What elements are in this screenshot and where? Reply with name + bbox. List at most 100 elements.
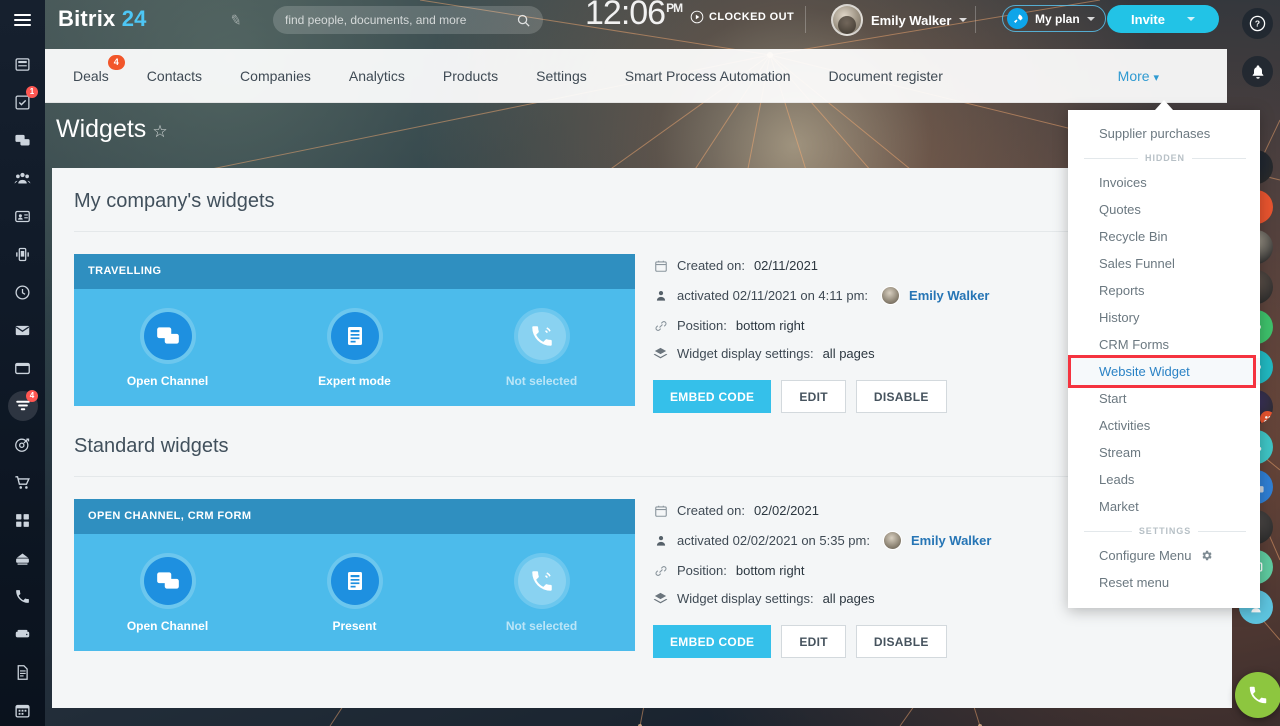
user-menu[interactable]: Emily Walker bbox=[831, 4, 968, 36]
menu-item-supplier-purchases[interactable]: Supplier purchases bbox=[1068, 120, 1260, 147]
cashbox-icon bbox=[14, 550, 31, 567]
my-plan-label: My plan bbox=[1035, 11, 1080, 26]
sidebar-item-calendar[interactable] bbox=[0, 691, 45, 726]
widgets-section: My company's widgets TRAVELLING Open Chann… bbox=[52, 168, 1232, 413]
menu-item-label: Configure Menu bbox=[1099, 548, 1192, 563]
call-button[interactable] bbox=[1235, 672, 1280, 718]
nav-item-contacts[interactable]: Contacts bbox=[147, 68, 202, 84]
nav-item-products[interactable]: Products bbox=[443, 68, 498, 84]
sidebar-item-mail[interactable] bbox=[0, 311, 45, 349]
chevron-down-icon: ▾ bbox=[1153, 71, 1159, 84]
nav-item-more[interactable]: More ▾ bbox=[1118, 68, 1159, 84]
edit-button[interactable]: EDIT bbox=[781, 380, 846, 413]
clock-time: 12:06 bbox=[585, 0, 666, 32]
search-box[interactable] bbox=[273, 6, 543, 34]
nav-item-settings[interactable]: Settings bbox=[536, 68, 587, 84]
menu-item-sales-funnel[interactable]: Sales Funnel bbox=[1068, 250, 1260, 277]
menu-item-invoices[interactable]: Invoices bbox=[1068, 169, 1260, 196]
sidebar-item-funnel-crm[interactable]: 4 bbox=[0, 387, 45, 425]
user-icon bbox=[653, 534, 668, 548]
menu-item-reset-menu[interactable]: Reset menu bbox=[1068, 569, 1260, 596]
widget-meta-user-link[interactable]: Emily Walker bbox=[909, 288, 989, 303]
sidebar-item-target[interactable] bbox=[0, 425, 45, 463]
widget-card[interactable]: OPEN CHANNEL, CRM FORM Open Channel Presen… bbox=[74, 499, 635, 658]
nav-item-label: Companies bbox=[240, 67, 311, 84]
rocket-icon bbox=[1007, 8, 1028, 29]
disable-button[interactable]: DISABLE bbox=[855, 380, 947, 413]
sidebar-item-drive[interactable] bbox=[0, 615, 45, 653]
logo[interactable]: Bitrix 24 bbox=[58, 6, 147, 32]
apps-grid-icon bbox=[14, 512, 31, 529]
edit-button[interactable]: EDIT bbox=[781, 625, 846, 658]
sidebar-item-mobile[interactable] bbox=[0, 235, 45, 273]
nav-item-analytics[interactable]: Analytics bbox=[349, 68, 405, 84]
menu-item-market[interactable]: Market bbox=[1068, 493, 1260, 520]
menu-item-stream[interactable]: Stream bbox=[1068, 439, 1260, 466]
gear-icon bbox=[1200, 549, 1213, 562]
nav-item-deals[interactable]: Deals 4 bbox=[73, 54, 125, 84]
cart-icon bbox=[14, 474, 31, 491]
sidebar-item-chat[interactable] bbox=[0, 121, 45, 159]
widget-card[interactable]: TRAVELLING Open Channel Expert mode Not sel… bbox=[74, 254, 635, 413]
notifications-button[interactable] bbox=[1242, 56, 1273, 87]
hamburger-icon[interactable] bbox=[0, 0, 45, 40]
nav-item-document-register[interactable]: Document register bbox=[829, 68, 943, 84]
sidebar-item-document[interactable] bbox=[0, 653, 45, 691]
menu-item-activities[interactable]: Activities bbox=[1068, 412, 1260, 439]
widget-slot-expert-mode[interactable]: Expert mode bbox=[261, 307, 448, 388]
sidebar-item-cart[interactable] bbox=[0, 463, 45, 501]
menu-item-recycle-bin[interactable]: Recycle Bin bbox=[1068, 223, 1260, 250]
help-button[interactable]: ? bbox=[1242, 8, 1273, 39]
sidebar-item-cashbox[interactable] bbox=[0, 539, 45, 577]
invite-button[interactable]: Invite bbox=[1107, 5, 1219, 33]
divider-line bbox=[1198, 530, 1246, 532]
menu-item-leads[interactable]: Leads bbox=[1068, 466, 1260, 493]
nav-item-label: Deals bbox=[73, 67, 109, 84]
chevron-down-icon bbox=[1186, 17, 1195, 21]
star-icon[interactable]: ☆ bbox=[152, 122, 167, 142]
menu-item-start[interactable]: Start bbox=[1068, 385, 1260, 412]
menu-item-quotes[interactable]: Quotes bbox=[1068, 196, 1260, 223]
widget-meta-value: 02/02/2021 bbox=[753, 503, 820, 518]
link-icon bbox=[653, 319, 668, 333]
nav-more-label: More bbox=[1117, 67, 1150, 84]
sidebar-item-phone[interactable] bbox=[0, 577, 45, 615]
widget-slot-open-channel[interactable]: Open Channel bbox=[74, 552, 261, 633]
menu-item-website-widget[interactable]: Website Widget bbox=[1068, 358, 1260, 385]
calendar-icon bbox=[14, 702, 31, 719]
embed-code-button[interactable]: EMBED CODE bbox=[653, 380, 772, 413]
embed-code-button[interactable]: EMBED CODE bbox=[653, 625, 772, 658]
section-title: My company's widgets bbox=[74, 190, 275, 212]
widget-slot-not-selected[interactable]: Not selected bbox=[448, 552, 635, 633]
phone-icon bbox=[1249, 686, 1267, 704]
search-input[interactable] bbox=[285, 13, 516, 27]
menu-item-history[interactable]: History bbox=[1068, 304, 1260, 331]
left-sidebar: 14 bbox=[0, 0, 45, 726]
nav-item-companies[interactable]: Companies bbox=[240, 68, 311, 84]
sidebar-item-clock[interactable] bbox=[0, 273, 45, 311]
sidebar-badge: 4 bbox=[26, 390, 38, 402]
widget-slot-not-selected[interactable]: Not selected bbox=[448, 307, 635, 388]
sidebar-item-group[interactable] bbox=[0, 159, 45, 197]
nav-item-smart-process-automation[interactable]: Smart Process Automation bbox=[625, 68, 791, 84]
sidebar-item-apps-grid[interactable] bbox=[0, 501, 45, 539]
menu-item-reports[interactable]: Reports bbox=[1068, 277, 1260, 304]
widget-slot-present[interactable]: Present bbox=[261, 552, 448, 633]
chat-icon bbox=[14, 132, 31, 149]
clocked-out-status[interactable]: CLOCKED OUT bbox=[690, 10, 794, 24]
sidebar-item-tasks[interactable]: 1 bbox=[0, 83, 45, 121]
widget-slot-open-channel[interactable]: Open Channel bbox=[74, 307, 261, 388]
menu-item-configure-menu[interactable]: Configure Menu bbox=[1068, 542, 1260, 569]
sidebar-badge: 1 bbox=[26, 86, 38, 98]
widget-meta-label: Created on: bbox=[677, 503, 745, 518]
my-plan-button[interactable]: My plan bbox=[1002, 5, 1106, 32]
sidebar-item-contacts-card[interactable] bbox=[0, 197, 45, 235]
disable-button[interactable]: DISABLE bbox=[855, 625, 947, 658]
widget-meta-user-link[interactable]: Emily Walker bbox=[911, 533, 991, 548]
sidebar-item-news[interactable] bbox=[0, 45, 45, 83]
drive-icon bbox=[14, 626, 31, 643]
edit-logo-icon[interactable]: ✎ bbox=[228, 11, 244, 30]
user-icon bbox=[653, 289, 668, 303]
menu-item-crm-forms[interactable]: CRM Forms bbox=[1068, 331, 1260, 358]
sidebar-item-window[interactable] bbox=[0, 349, 45, 387]
